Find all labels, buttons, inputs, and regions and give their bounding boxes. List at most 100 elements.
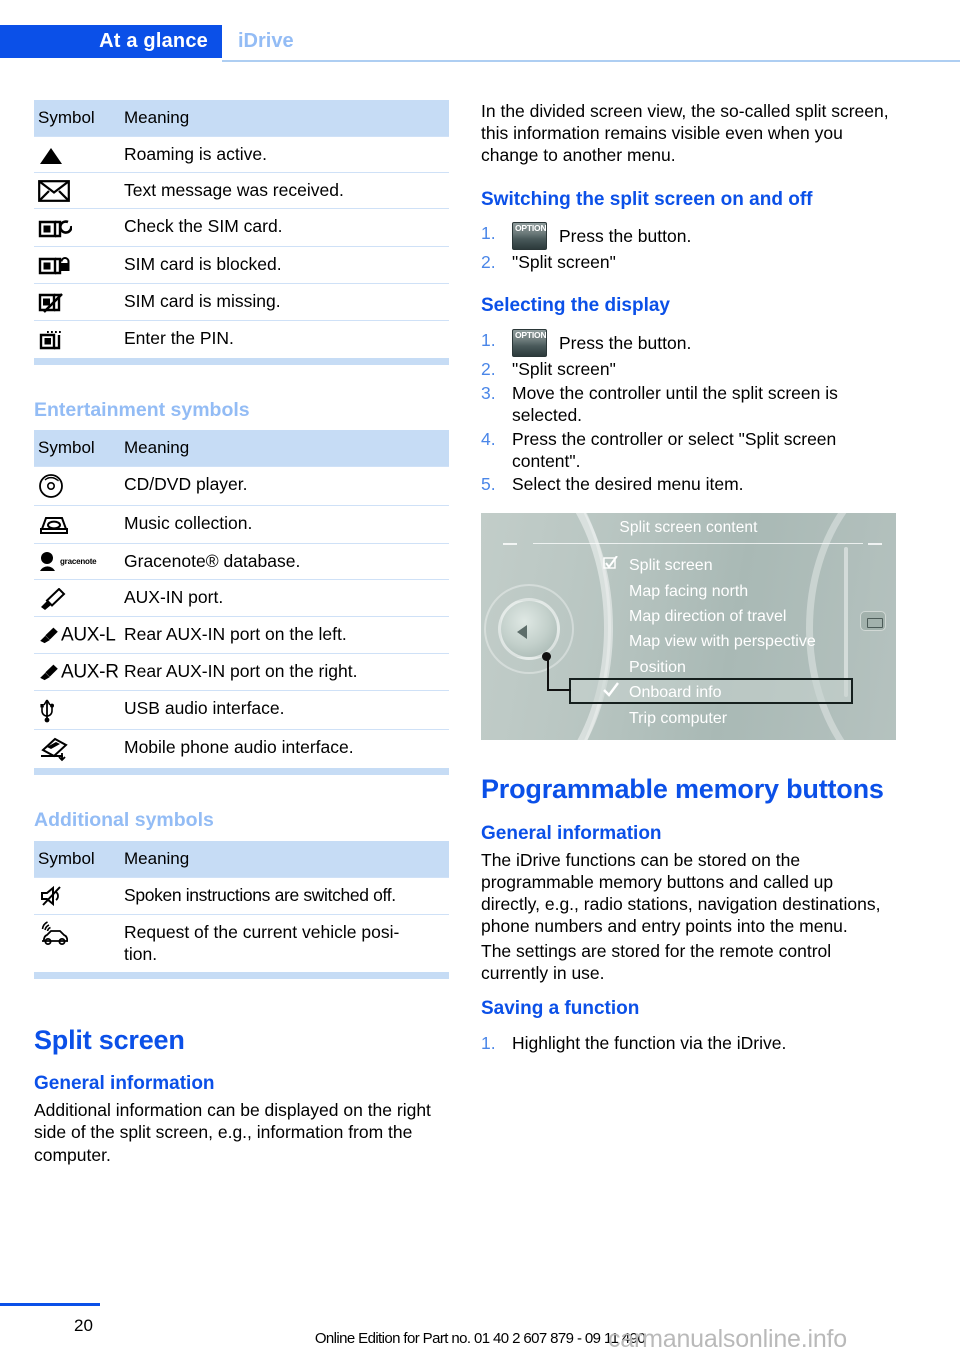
row-meaning: SIM card is missing. [122, 282, 449, 321]
idrive-screen-title: Split screen content [619, 519, 758, 537]
sim-locked-icon [34, 245, 122, 284]
watermark: carmanualsonline.info [608, 1325, 848, 1353]
step-number: 3. [481, 383, 496, 404]
step-text: Press the controller or select "Split sc… [512, 428, 837, 471]
table-header-row: Symbol Meaning [34, 430, 449, 467]
gracenote-icon: gracenote [34, 542, 122, 580]
row-meaning: AUX-IN port. [122, 579, 449, 617]
general-information-heading: General information [34, 1073, 215, 1095]
idrive-menu-item-map-direction-of-travel[interactable]: Map direction of travel [603, 604, 873, 629]
memory-body-paragraph-1: The iDrive functions can be stored on th… [481, 849, 881, 937]
decorative-tick [868, 543, 882, 546]
step-text: Press the button. [559, 333, 692, 354]
idrive-menu-item-map-facing-north[interactable]: Map facing north [603, 579, 873, 604]
step-text: "Split screen" [512, 359, 616, 380]
checkbox-checked-icon [603, 553, 618, 578]
sim-missing-icon [34, 282, 122, 321]
switching-steps-list: 1. OPTION Press the button. 2. "Split scr… [481, 222, 896, 274]
table-row: CD/DVD player. [34, 466, 449, 506]
row-meaning: Mobile phone audio interface. [122, 729, 449, 769]
column-header-meaning: Meaning [122, 430, 449, 467]
tab-at-a-glance[interactable]: At a glance [0, 25, 222, 58]
table-row: Mobile phone audio interface. [34, 729, 449, 769]
row-meaning: Enter the PIN. [122, 320, 449, 358]
tab-idrive[interactable]: iDrive [238, 25, 294, 58]
table-row: AUX-L Rear AUX-IN port on the left. [34, 615, 449, 654]
step-text: Press the button. [559, 226, 692, 247]
memory-body-paragraph-2: The settings are stored for the remote c… [481, 940, 832, 983]
row-meaning: Check the SIM card. [122, 208, 449, 247]
row-meaning: Rear AUX-IN port on the left. [122, 615, 449, 654]
left-column: Symbol Meaning Roaming is active. Text m… [34, 100, 449, 1168]
list-item: 1. OPTION Press the button. [481, 329, 896, 358]
row-meaning: Gracenote® database. [122, 542, 449, 580]
phone-symbols-table: Symbol Meaning Roaming is active. Text m… [34, 100, 449, 358]
saving-a-function-heading: Saving a function [481, 998, 640, 1019]
aux-plug-icon [34, 579, 122, 617]
cd-disc-icon [34, 466, 122, 506]
idrive-menu-item-trip-computer[interactable]: Trip computer [603, 706, 873, 731]
idrive-menu-item-onboard-info[interactable]: Onboard info [603, 680, 873, 705]
step-number: 2. [481, 359, 496, 380]
phone-audio-interface-icon [34, 729, 122, 769]
idrive-controller-knob [498, 598, 560, 661]
table-header-row: Symbol Meaning [34, 840, 449, 878]
column-header-meaning: Meaning [122, 840, 449, 878]
table-row: SIM card is blocked. [34, 245, 449, 284]
aux-right-symbol: AUX-R [34, 652, 122, 691]
side-button-icon [860, 611, 886, 632]
table-row: Text message was received. [34, 171, 449, 209]
row-meaning: Text message was received. [122, 171, 449, 209]
table-header-row: Symbol Meaning [34, 100, 449, 137]
aux-right-label: AUX-R [61, 661, 119, 683]
additional-symbols-heading: Additional symbols [34, 809, 214, 832]
entertainment-symbols-heading: Entertainment symbols [34, 398, 250, 421]
selecting-display-heading: Selecting the display [481, 295, 670, 317]
switching-split-screen-heading: Switching the split screen on and off [481, 188, 813, 210]
speaker-muted-icon [34, 877, 122, 915]
step-text: "Split screen" [512, 252, 616, 273]
step-text: Select the desired menu item. [512, 474, 744, 495]
header-divider [222, 60, 960, 62]
column-header-symbol: Symbol [34, 840, 122, 878]
callout-line [547, 689, 571, 692]
table-row: Request of the current vehicle posi- tio… [34, 914, 449, 972]
row-meaning: Rear AUX-IN port on the right. [122, 652, 449, 691]
option-button-icon[interactable]: OPTION [512, 329, 547, 358]
selecting-steps-list: 1. OPTION Press the button. 2. "Split scr… [481, 329, 896, 496]
table-footer-bar [34, 357, 449, 365]
idrive-menu-label: Onboard info [629, 684, 722, 702]
column-header-symbol: Symbol [34, 100, 122, 137]
decorative-tick [503, 543, 517, 546]
list-item: 3. Move the controller until the split s… [481, 382, 896, 426]
footer-rule [0, 1303, 100, 1306]
aux-left-symbol: AUX-L [34, 615, 122, 654]
idrive-menu-item-map-view-with-perspective[interactable]: Map view with perspective [603, 629, 873, 654]
table-row: Music collection. [34, 505, 449, 544]
idrive-menu-item-position[interactable]: Position [603, 655, 873, 680]
row-meaning: CD/DVD player. [122, 466, 449, 506]
callout-line [547, 657, 549, 692]
row-meaning: Request of the current vehicle posi- tio… [122, 914, 449, 972]
entertainment-symbols-table: Symbol Meaning CD/DVD player. Music coll… [34, 430, 449, 769]
gracenote-wordmark: gracenote [60, 557, 97, 567]
sim-pin-icon [34, 320, 122, 358]
memory-general-information-heading: General information [481, 822, 662, 844]
step-number: 2. [481, 252, 496, 273]
column-header-meaning: Meaning [122, 100, 449, 137]
checkmark-icon [603, 680, 619, 705]
table-row: gracenote Gracenote® database. [34, 542, 449, 580]
list-item: 1. OPTION Press the button. [481, 222, 896, 251]
option-button-icon[interactable]: OPTION [512, 222, 547, 251]
row-meaning: Roaming is active. [122, 136, 449, 173]
idrive-menu-item-split-screen[interactable]: Split screen [603, 553, 873, 578]
idrive-menu-label: Position [629, 658, 686, 676]
envelope-icon [34, 171, 122, 209]
idrive-screen-illustration: Split screen content Split screen Map fa… [481, 513, 896, 741]
idrive-menu-label: Map direction of travel [629, 607, 787, 625]
general-information-body: Additional information can be displayed … [34, 1100, 431, 1165]
split-screen-title: Split screen [34, 1024, 185, 1055]
usb-icon [34, 690, 122, 730]
table-row: USB audio interface. [34, 690, 449, 730]
sim-check-icon [34, 208, 122, 247]
